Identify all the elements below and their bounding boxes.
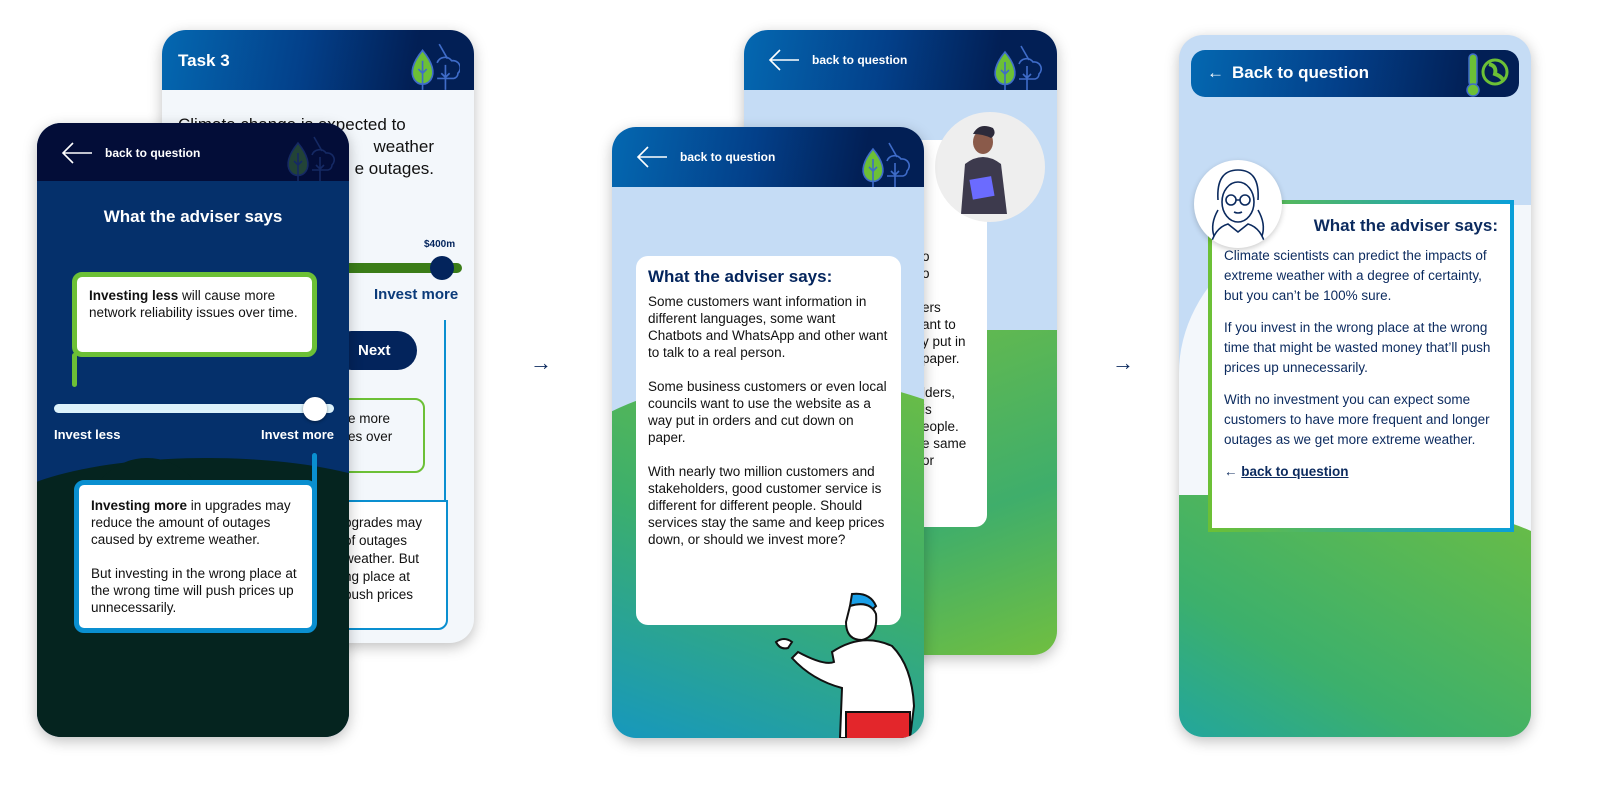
adviser-screen-scientist: ← Back to question What the adviser says… [1179, 35, 1531, 737]
adviser-screen-dark: back to question What the adviser says I… [37, 123, 349, 737]
slider-thumb[interactable] [430, 256, 454, 280]
back-label: back to question [680, 150, 776, 164]
header: Task 3 [162, 30, 474, 90]
adviser-card: What the adviser says: Climate scientist… [1208, 200, 1514, 532]
arrow-left-icon [636, 145, 668, 169]
trees-icon [408, 42, 460, 92]
invest-more-label: Invest more [374, 286, 459, 303]
investment-slider[interactable] [54, 404, 334, 413]
heading: What the adviser says [103, 207, 283, 226]
more-card: Investing more in upgrades may reduce th… [74, 480, 317, 633]
character-illustration [774, 592, 916, 738]
trees-icon [858, 141, 910, 189]
trees-icon [990, 44, 1042, 92]
arrow-left-icon: ← [1224, 464, 1242, 479]
card-heading: What the adviser says: [648, 267, 833, 286]
back-label: Back to question [1232, 63, 1369, 82]
header: back to question [744, 30, 1057, 90]
back-label: back to question [812, 53, 908, 67]
arrow-left-icon: ← [1207, 63, 1224, 82]
back-to-question-link[interactable]: ← back to question [1224, 462, 1498, 482]
arrow-left-icon [61, 141, 93, 165]
adviser-avatar [935, 112, 1045, 222]
back-label: back to question [105, 146, 201, 160]
trees-icon [283, 135, 335, 183]
header: back to question [612, 127, 924, 187]
scientist-avatar [1194, 160, 1282, 248]
flow-arrow-icon: → [1112, 350, 1134, 375]
flow-arrow-icon: → [530, 350, 552, 375]
adviser-screen: back to question What the adviser says: … [612, 127, 924, 738]
back-to-question-button[interactable]: back to question [61, 141, 200, 165]
header-bar: ← Back to question [1191, 50, 1519, 97]
header: back to question [37, 123, 349, 181]
slider-value: $400m [424, 239, 456, 250]
less-connector [72, 353, 77, 387]
invest-more-label: Invest more [261, 427, 334, 442]
thermometer-globe-icon [1466, 53, 1509, 97]
vertical-line [444, 320, 446, 500]
scientist-illustration [1209, 169, 1267, 248]
back-to-question-button[interactable]: back to question [768, 48, 907, 72]
back-to-question-button[interactable]: ← Back to question [1207, 63, 1369, 83]
arrow-left-icon [768, 48, 800, 72]
invest-less-label: Invest less [54, 427, 121, 442]
adviser-card: What the adviser says: Some customers wa… [636, 256, 901, 625]
task-title: Task 3 [178, 51, 230, 70]
person-illustration [961, 126, 1007, 214]
slider-thumb[interactable] [303, 397, 327, 421]
less-card: Investing less will cause more network r… [72, 272, 317, 357]
back-to-question-button[interactable]: back to question [636, 145, 775, 169]
